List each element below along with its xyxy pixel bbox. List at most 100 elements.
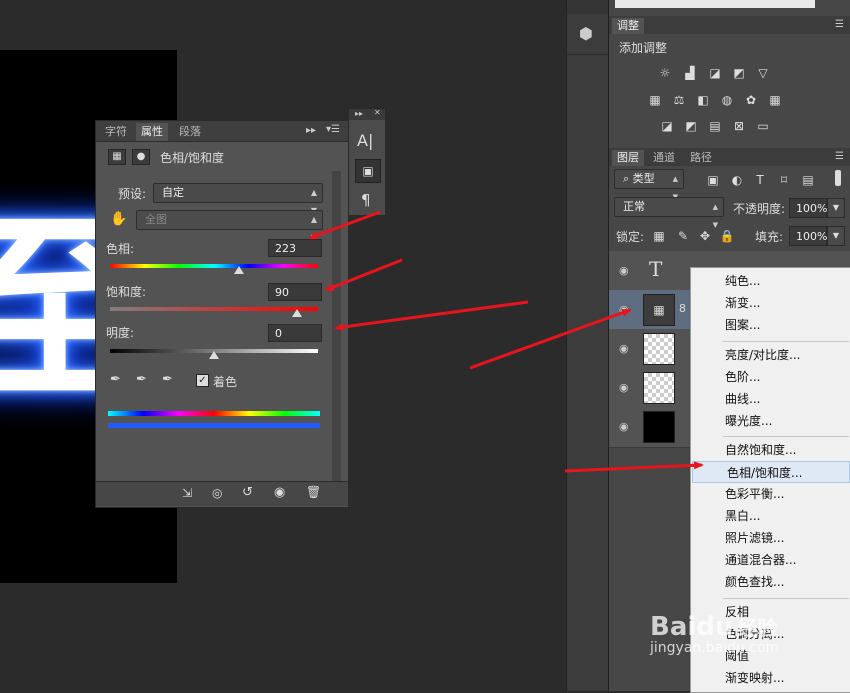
tab-paragraph[interactable]: 段落 — [174, 123, 206, 141]
dropdown-arrow-icon: ▲▼ — [712, 203, 718, 229]
menu-item-exposure[interactable]: 曝光度... — [691, 410, 850, 432]
black-white-icon[interactable]: ◧ — [695, 93, 711, 107]
threshold-icon[interactable]: ▤ — [707, 119, 723, 133]
filter-adjustment-icon[interactable]: ◐ — [729, 173, 745, 187]
layer-visibility-eye-icon[interactable]: ◉ — [619, 420, 629, 433]
paragraph-panel-icon[interactable]: ¶ — [361, 191, 371, 209]
menu-item-gradient[interactable]: 渐变... — [691, 292, 850, 314]
opacity-label: 不透明度: — [733, 202, 786, 216]
opacity-input[interactable]: 100% — [789, 198, 827, 218]
vibrance-icon[interactable]: ▦ — [647, 93, 663, 107]
menu-item-black-white[interactable]: 黑白... — [691, 505, 850, 527]
brightness-icon[interactable]: ☼ — [657, 66, 673, 80]
tab-properties[interactable]: 属性 — [136, 123, 168, 141]
lock-image-icon[interactable]: ✎ — [675, 229, 691, 243]
saturation-slider[interactable] — [110, 307, 318, 311]
eyedropper-icon[interactable]: ✒ — [110, 372, 121, 387]
layer-visibility-eye-icon[interactable]: ◉ — [619, 303, 629, 316]
hue-slider-thumb[interactable] — [234, 266, 244, 274]
reset-icon[interactable]: ↺ — [242, 485, 253, 500]
panel-menu-icon[interactable]: ▾☰ — [326, 124, 340, 135]
view-previous-icon[interactable]: ◎ — [212, 486, 222, 500]
filter-smart-icon[interactable]: ▤ — [800, 173, 816, 187]
eyedropper-subtract-icon[interactable]: ✒ — [162, 372, 173, 387]
selective-color-icon[interactable]: ⊠ — [731, 119, 747, 133]
menu-item-channel-mixer[interactable]: 通道混合器... — [691, 549, 850, 571]
3d-cube-icon[interactable]: ⬢ — [579, 24, 593, 43]
menu-item-color-lookup[interactable]: 颜色查找... — [691, 571, 850, 593]
menu-item-levels[interactable]: 色阶... — [691, 366, 850, 388]
lock-transparent-icon[interactable]: ▦ — [651, 229, 667, 243]
panel-scrollbar[interactable] — [332, 171, 341, 481]
panel-expand-icon[interactable]: ▸▸ — [306, 125, 316, 136]
menu-item-hue-saturation[interactable]: 色相/饱和度... — [692, 461, 850, 483]
visibility-eye-icon[interactable]: ◉ — [274, 485, 285, 500]
filter-toggle-switch[interactable] — [835, 170, 841, 186]
lock-position-icon[interactable]: ✥ — [697, 229, 713, 243]
menu-item-color-balance[interactable]: 色彩平衡... — [691, 483, 850, 505]
curves-icon[interactable]: ◪ — [707, 66, 723, 80]
menu-separator — [723, 341, 849, 342]
clip-to-layer-icon[interactable]: ⇲ — [182, 486, 192, 500]
color-lookup-icon[interactable]: ▦ — [767, 93, 783, 107]
filter-pixel-icon[interactable]: ▣ — [705, 173, 721, 187]
lightness-slider-thumb[interactable] — [209, 351, 219, 359]
menu-item-curves[interactable]: 曲线... — [691, 388, 850, 410]
adjustments-tabbar: 调整 ☰ — [609, 16, 850, 34]
filter-shape-icon[interactable]: ⌑ — [776, 173, 792, 187]
blend-mode-dropdown[interactable]: 正常 ▲ ▼ — [614, 197, 724, 229]
collapse-icon[interactable]: ▸▸ — [355, 109, 363, 118]
photo-filter-icon[interactable]: ◍ — [719, 93, 735, 107]
layer-filter-dropdown[interactable]: ⌕ 类型 ▲▼ — [614, 169, 684, 201]
gradient-map-icon[interactable]: ▭ — [755, 119, 771, 133]
preset-dropdown[interactable]: 自定 ▲▼ — [153, 183, 323, 215]
tab-channels[interactable]: 通道 — [648, 150, 680, 166]
panel-menu-icon[interactable]: ☰ — [835, 151, 844, 162]
layer-visibility-eye-icon[interactable]: ◉ — [619, 342, 629, 355]
panel-menu-icon[interactable]: ☰ — [835, 19, 844, 30]
properties-panel-icon[interactable]: ▣ — [355, 159, 381, 183]
tab-character[interactable]: 字符 — [100, 123, 132, 141]
posterize-icon[interactable]: ◩ — [683, 119, 699, 133]
fill-arrow-icon[interactable]: ▼ — [827, 226, 845, 246]
menu-item-solid-color[interactable]: 纯色... — [691, 270, 850, 292]
palette-titlebar[interactable]: ▸▸ ✕ — [349, 108, 385, 120]
levels-icon[interactable]: ▟ — [682, 66, 698, 80]
menu-item-vibrance[interactable]: 自然饱和度... — [691, 439, 850, 461]
channel-dropdown[interactable]: 全图 ▲ ▼ — [136, 210, 323, 242]
saturation-input[interactable]: 90 — [268, 283, 322, 301]
hand-tool-icon[interactable]: ✋ — [110, 211, 127, 227]
hue-slider[interactable] — [110, 264, 318, 268]
hue-input[interactable]: 223 — [268, 239, 322, 257]
mask-icon[interactable]: ● — [132, 149, 150, 165]
trash-icon[interactable]: 🗑 — [306, 485, 321, 499]
layer-visibility-eye-icon[interactable]: ◉ — [619, 381, 629, 394]
menu-item-brightness-contrast[interactable]: 亮度/对比度... — [691, 344, 850, 366]
gradient-map-triangle-icon[interactable]: ▽ — [755, 66, 771, 80]
exposure-icon[interactable]: ◩ — [731, 66, 747, 80]
strip-divider — [567, 54, 609, 55]
tab-adjustments[interactable]: 调整 — [612, 18, 644, 34]
filter-type-icon[interactable]: T — [752, 173, 768, 187]
menu-item-pattern[interactable]: 图案... — [691, 314, 850, 336]
close-icon[interactable]: ✕ — [374, 108, 381, 117]
eyedropper-add-icon[interactable]: ✒ — [136, 372, 147, 387]
tab-layers[interactable]: 图层 — [612, 150, 644, 166]
channel-mixer-icon[interactable]: ✿ — [743, 93, 759, 107]
menu-item-photo-filter[interactable]: 照片滤镜... — [691, 527, 850, 549]
lightness-input[interactable]: 0 — [268, 324, 322, 342]
transparent-layer-thumb — [643, 372, 675, 404]
opacity-arrow-icon[interactable]: ▼ — [827, 198, 845, 218]
invert-icon[interactable]: ◪ — [659, 119, 675, 133]
balance-icon[interactable]: ⚖ — [671, 93, 687, 107]
tab-paths[interactable]: 路径 — [685, 150, 717, 166]
saturation-slider-thumb[interactable] — [292, 309, 302, 317]
adjustment-icon[interactable]: ▦ — [108, 149, 126, 165]
character-panel-icon[interactable]: A| — [357, 131, 373, 150]
menu-item-gradient-map[interactable]: 渐变映射... — [691, 667, 850, 689]
layer-visibility-eye-icon[interactable]: ◉ — [619, 264, 629, 277]
lock-all-icon[interactable]: 🔒 — [719, 229, 735, 243]
colorize-checkbox[interactable]: ✓ — [196, 374, 209, 387]
transparent-layer-thumb — [643, 333, 675, 365]
fill-input[interactable]: 100% — [789, 226, 827, 246]
